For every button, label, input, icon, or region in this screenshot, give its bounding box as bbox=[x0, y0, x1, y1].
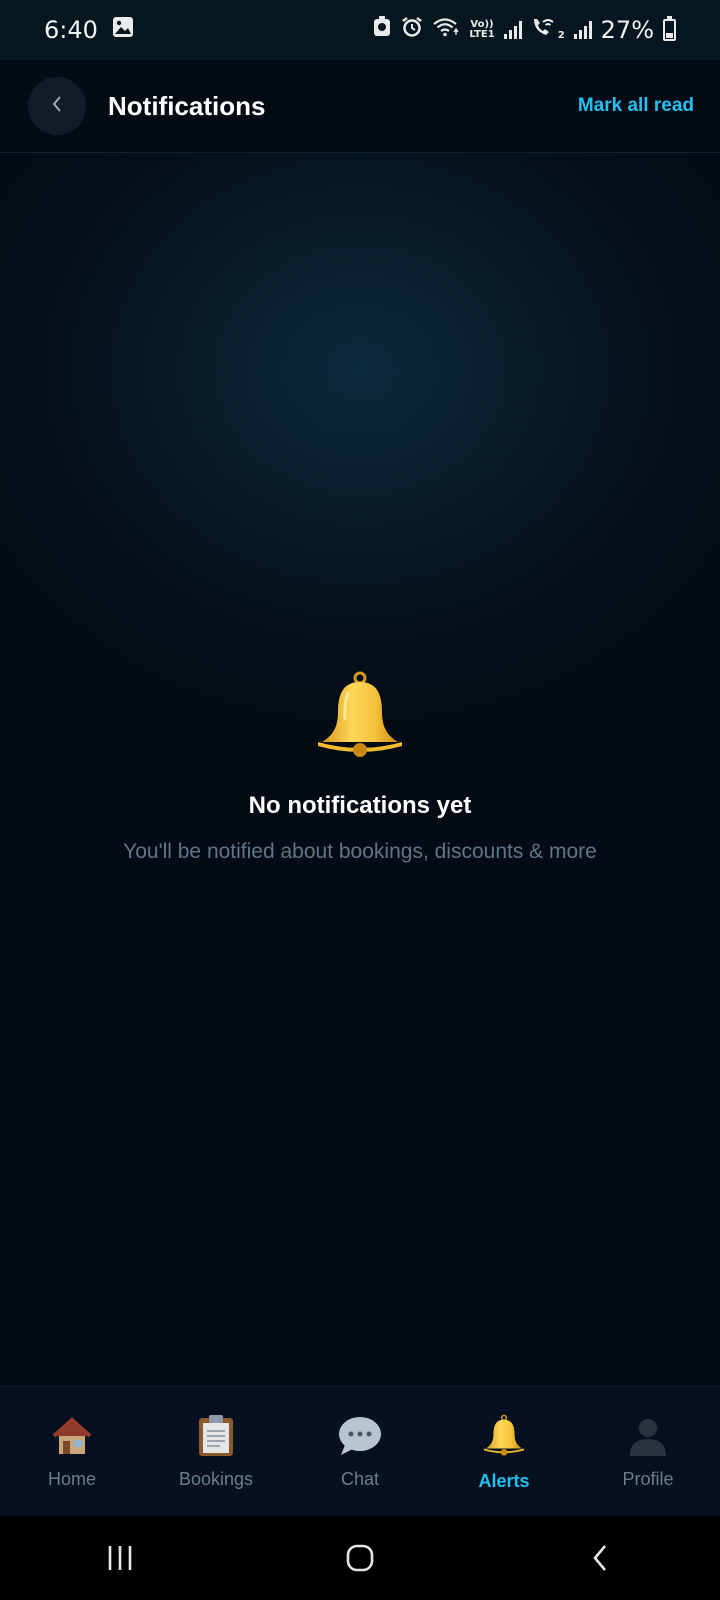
bell-icon bbox=[318, 671, 402, 757]
sim2-tag: 2 bbox=[557, 30, 565, 41]
signal-icon-2 bbox=[573, 21, 592, 39]
tab-label-chat: Chat bbox=[340, 1469, 380, 1489]
speech-bubble-icon bbox=[337, 1413, 383, 1459]
bell-icon bbox=[481, 1413, 527, 1459]
home-circle-icon bbox=[346, 1544, 374, 1572]
mark-all-read-button[interactable]: Mark all read bbox=[578, 95, 694, 117]
tab-label-bookings: Bookings bbox=[178, 1469, 254, 1489]
app-header: Notifications Mark all read bbox=[0, 60, 720, 153]
alarm-icon bbox=[401, 16, 423, 44]
wifi-icon bbox=[432, 16, 460, 44]
tab-label-alerts: Alerts bbox=[478, 1471, 530, 1491]
tab-chat[interactable]: Chat bbox=[288, 1387, 432, 1516]
back-arrow-icon bbox=[593, 1545, 606, 1571]
tab-bookings[interactable]: Bookings bbox=[144, 1387, 288, 1516]
battery-percent: 27% bbox=[600, 16, 654, 44]
recent-apps-button[interactable] bbox=[80, 1528, 160, 1588]
bottom-tab-bar: Home Bookings Chat Alerts Profile bbox=[0, 1386, 720, 1516]
system-back-button[interactable] bbox=[560, 1528, 640, 1588]
empty-state: No notifications yet You'll be notified … bbox=[0, 670, 720, 864]
empty-state-title: No notifications yet bbox=[248, 792, 472, 819]
home-button[interactable] bbox=[320, 1528, 400, 1588]
gallery-icon bbox=[112, 16, 134, 44]
page-title: Notifications bbox=[108, 90, 266, 121]
tab-profile[interactable]: Profile bbox=[576, 1387, 720, 1516]
volte-indicator: Vo)) LTE1 bbox=[469, 20, 494, 40]
volte-tag-bottom: LTE1 bbox=[469, 29, 495, 40]
battery-icon bbox=[663, 16, 676, 41]
tab-alerts[interactable]: Alerts bbox=[432, 1387, 576, 1516]
system-nav-bar bbox=[0, 1516, 720, 1600]
chevron-left-icon bbox=[50, 90, 64, 122]
status-time: 6:40 bbox=[44, 16, 98, 44]
empty-state-subtitle: You'll be notified about bookings, disco… bbox=[123, 840, 597, 863]
house-icon bbox=[49, 1413, 95, 1459]
shield-icon bbox=[372, 16, 392, 44]
tab-label-profile: Profile bbox=[622, 1469, 674, 1489]
back-button[interactable] bbox=[28, 77, 86, 135]
status-bar: 6:40 Vo)) LTE1 2 27% bbox=[0, 0, 720, 60]
signal-icon bbox=[503, 21, 522, 39]
wifi-calling-icon bbox=[531, 16, 557, 44]
tab-home[interactable]: Home bbox=[0, 1387, 144, 1516]
clipboard-icon bbox=[193, 1413, 239, 1459]
tab-label-home: Home bbox=[47, 1469, 96, 1489]
person-icon bbox=[625, 1413, 671, 1459]
recent-apps-icon bbox=[108, 1546, 132, 1570]
